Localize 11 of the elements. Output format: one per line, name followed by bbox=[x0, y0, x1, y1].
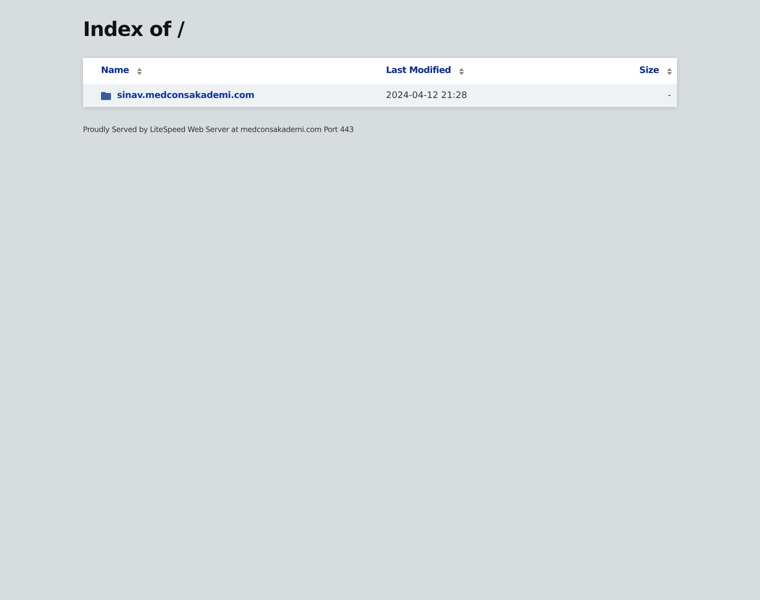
folder-icon bbox=[101, 92, 111, 100]
page-title: Index of / bbox=[83, 17, 186, 41]
sort-icon bbox=[667, 68, 672, 74]
column-header-link[interactable]: Last Modified bbox=[386, 66, 451, 76]
file-size: - bbox=[668, 90, 671, 100]
column-header-link[interactable]: Name bbox=[101, 66, 129, 76]
file-link[interactable]: sinav.medconsakademi.com bbox=[117, 90, 254, 100]
sort-icon bbox=[458, 68, 464, 74]
modified-date: 2024-04-12 21:28 bbox=[386, 90, 468, 100]
sort-icon bbox=[136, 68, 142, 74]
column-header-link[interactable]: Size bbox=[639, 66, 659, 76]
